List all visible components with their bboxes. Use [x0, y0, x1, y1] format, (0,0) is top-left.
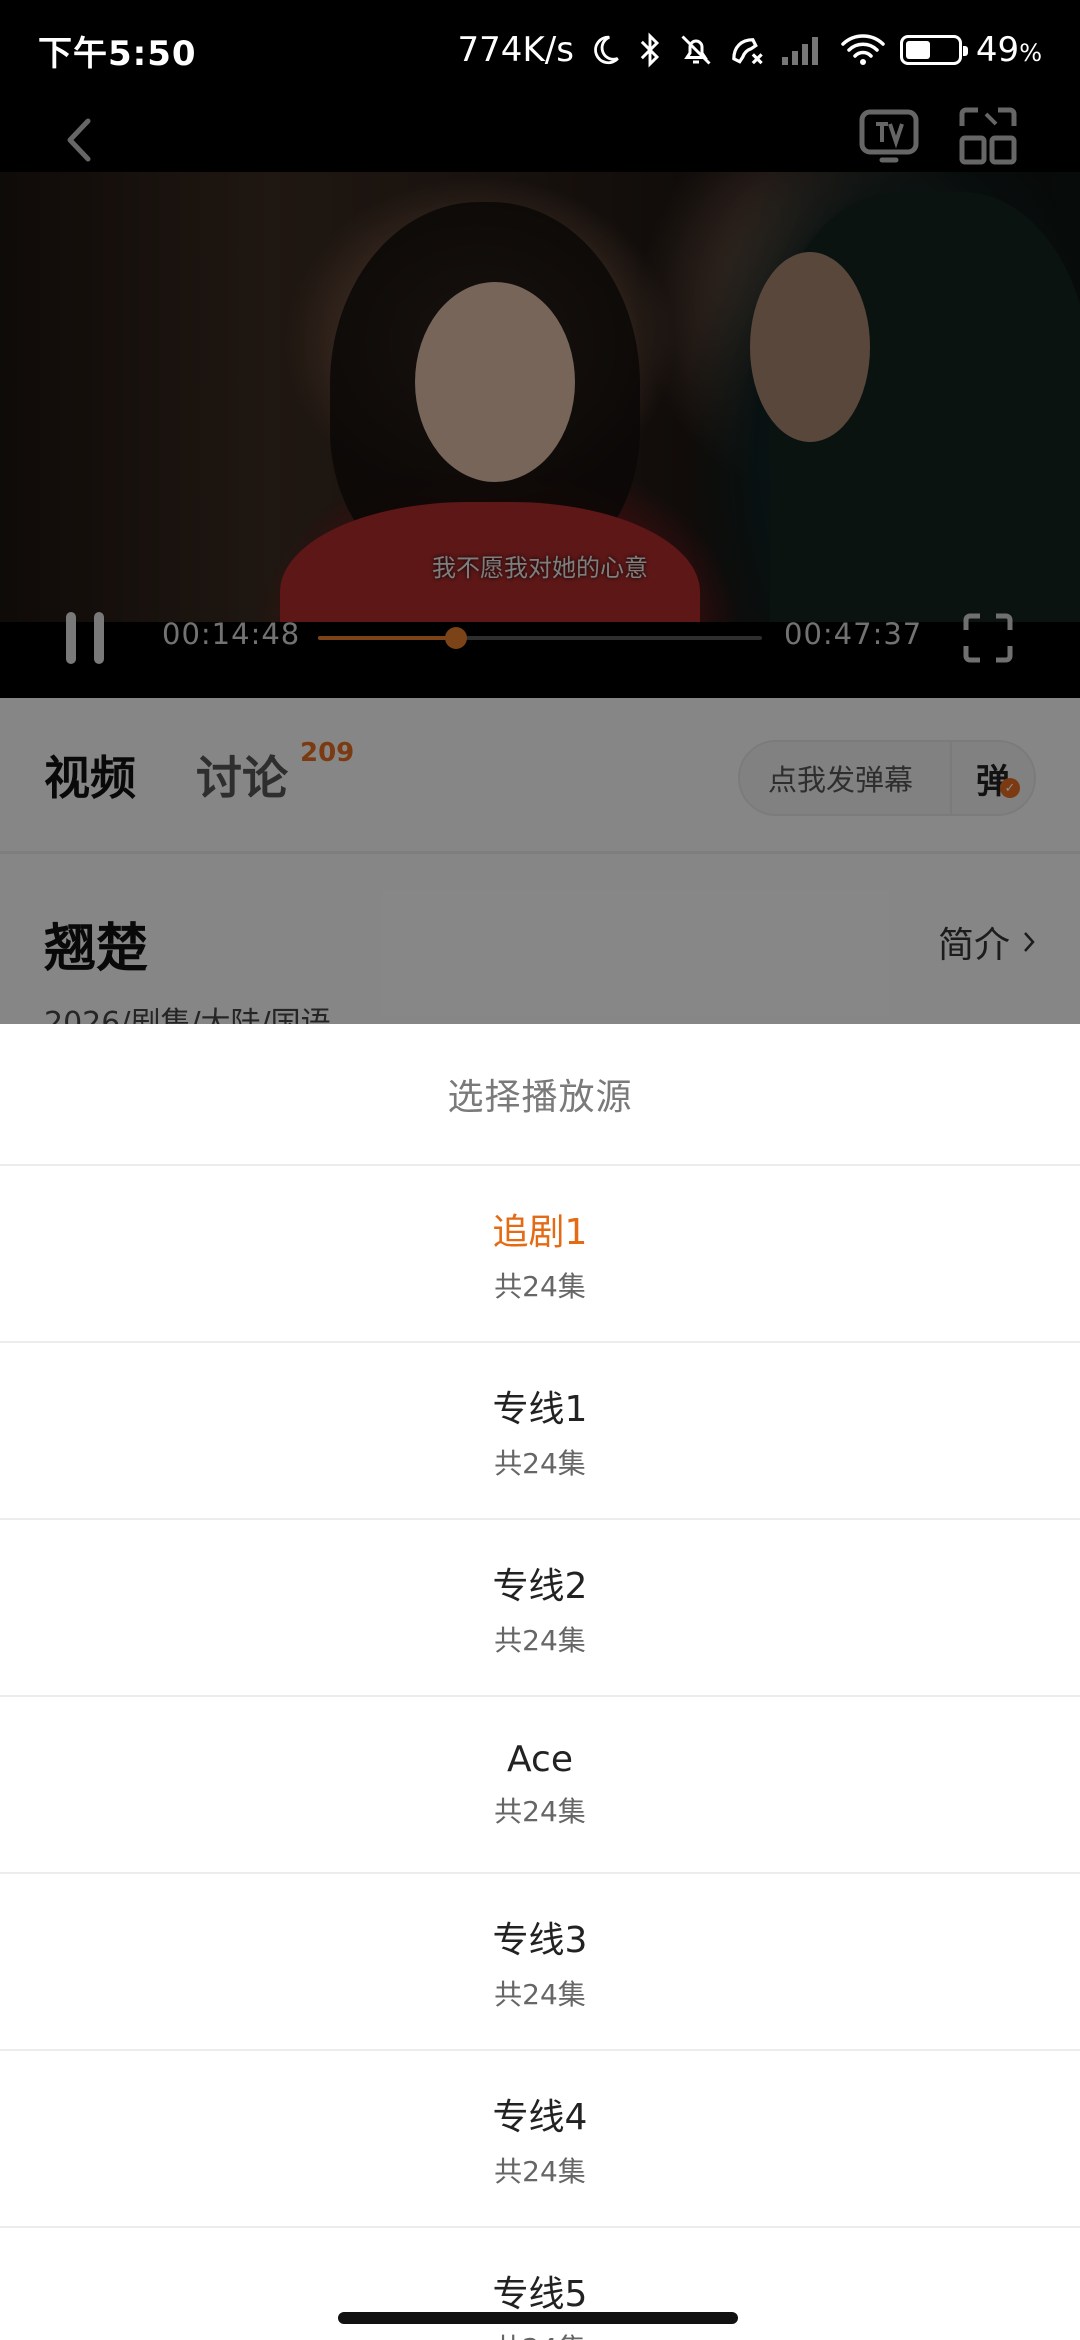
status-icons: 774K/s 49% — [458, 30, 1042, 70]
source-name: 专线3 — [492, 1919, 588, 1961]
source-episode-count: 共24集 — [494, 2327, 586, 2340]
modal-backdrop[interactable] — [0, 100, 1080, 1024]
source-list: 追剧1 共24集 专线1 共24集 专线2 共24集 Ace 共24集 专线3 共24集 专线4 共2… — [0, 1166, 1080, 2340]
battery-fill — [905, 41, 931, 59]
source-episode-count: 共24集 — [494, 2154, 586, 2188]
source-item[interactable]: 专线1 共24集 — [0, 1343, 1080, 1520]
status-bar: 下午5:50 774K/s 49% — [0, 0, 1080, 100]
bluetooth-icon — [636, 31, 664, 69]
source-name: 专线1 — [492, 1388, 588, 1430]
network-speed: 774K/s — [457, 30, 574, 70]
bell-off-icon — [678, 32, 714, 68]
source-name: 追剧1 — [492, 1211, 588, 1253]
wifi-icon — [840, 33, 886, 67]
battery-icon — [899, 35, 968, 65]
sheet-title: 选择播放源 — [0, 1024, 1080, 1166]
source-episode-count: 共24集 — [494, 1446, 586, 1480]
source-item[interactable]: 专线2 共24集 — [0, 1520, 1080, 1697]
source-name: 专线4 — [492, 2096, 588, 2138]
source-episode-count: 共24集 — [494, 1795, 586, 1828]
source-picker-sheet: 选择播放源 追剧1 共24集 专线1 共24集 专线2 共24集 Ace 共24集 专线3 共24… — [0, 1024, 1080, 2340]
source-episode-count: 共24集 — [494, 1269, 586, 1303]
source-episode-count: 共24集 — [494, 1623, 586, 1657]
battery-unit: % — [1019, 39, 1042, 67]
source-name: Ace — [507, 1739, 573, 1780]
source-name: 专线5 — [492, 2273, 588, 2315]
status-time: 下午5:50 — [38, 33, 197, 74]
signal-icon — [780, 33, 826, 67]
source-episode-count: 共24集 — [494, 1977, 586, 2011]
source-item[interactable]: Ace 共24集 — [0, 1697, 1080, 1874]
home-indicator[interactable] — [338, 2312, 738, 2324]
source-item[interactable]: 专线4 共24集 — [0, 2051, 1080, 2228]
battery-percent: 49% — [976, 30, 1042, 70]
moon-icon — [588, 33, 622, 67]
battery-value: 49 — [975, 30, 1020, 70]
call-x-icon — [728, 32, 766, 68]
source-name: 专线2 — [492, 1565, 588, 1607]
source-item[interactable]: 专线3 共24集 — [0, 1874, 1080, 2051]
source-item[interactable]: 追剧1 共24集 — [0, 1166, 1080, 1343]
